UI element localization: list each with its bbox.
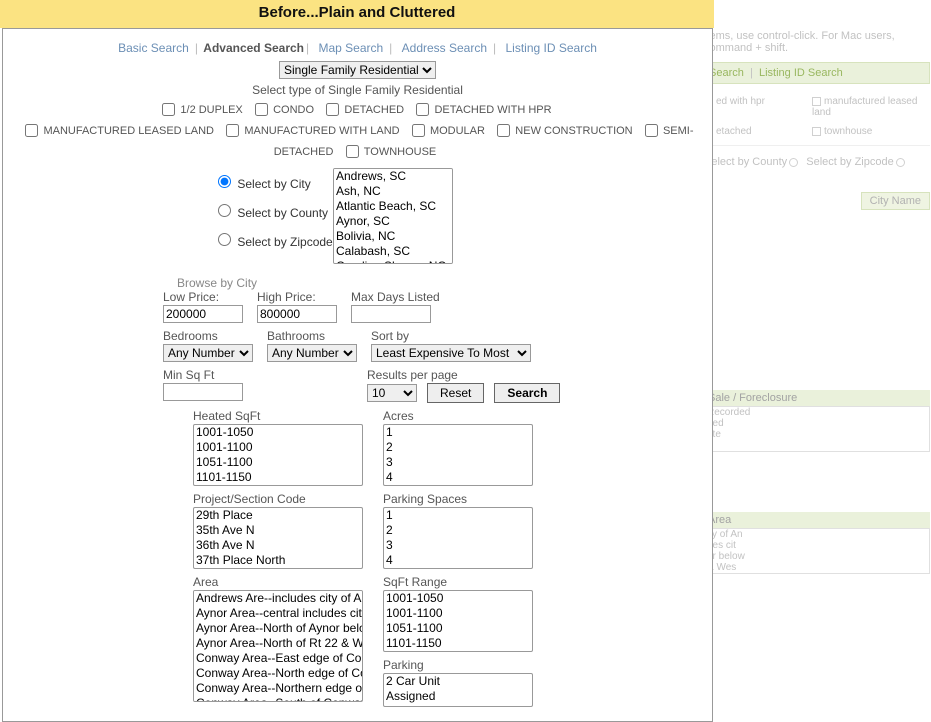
chk-townhouse[interactable] — [346, 145, 359, 158]
nav-address[interactable]: Address Search — [398, 41, 491, 55]
ghost-area-list: ity of An des cit or below & Wes — [704, 528, 930, 574]
minsqft-input[interactable] — [163, 383, 243, 401]
ghost-nav: Search | Listing ID Search — [704, 62, 930, 84]
sqft-range-list[interactable]: 1001-1050 1001-1100 1051-1100 1101-1150 — [383, 590, 533, 652]
ghost-radio-row: Select by County Select by Zipcode — [704, 156, 930, 168]
high-price-label: High Price: — [257, 290, 337, 304]
chk-condo[interactable] — [255, 103, 268, 116]
reset-button[interactable]: Reset — [427, 383, 484, 403]
radio-county[interactable] — [218, 204, 231, 217]
ghost-sale-label: Sale / Foreclosure — [704, 390, 930, 406]
results-label: Results per page — [367, 368, 560, 382]
background-panel: items, use control-click. For Mac users,… — [704, 30, 930, 580]
subheader: Select type of Single Family Residential — [3, 83, 712, 97]
project-label: Project/Section Code — [193, 492, 383, 506]
parking-spaces-label: Parking Spaces — [383, 492, 543, 506]
sortby-select[interactable]: Least Expensive To Most — [371, 344, 531, 362]
high-price-input[interactable] — [257, 305, 337, 323]
radio-city[interactable] — [218, 175, 231, 188]
banner-title: Before...Plain and Cluttered — [259, 4, 456, 21]
chk-semi[interactable] — [645, 124, 658, 137]
chk-detached-hpr[interactable] — [416, 103, 429, 116]
low-price-label: Low Price: — [163, 290, 243, 304]
parking-spaces-list[interactable]: 1 2 3 4 — [383, 507, 533, 569]
results-select[interactable]: 10 — [367, 384, 417, 402]
nav-listing[interactable]: Listing ID Search — [502, 41, 601, 55]
nav-basic[interactable]: Basic Search — [114, 41, 193, 55]
chk-modular[interactable] — [412, 124, 425, 137]
bedrooms-label: Bedrooms — [163, 329, 253, 343]
acres-label: Acres — [383, 409, 543, 423]
search-nav: Basic Search| Advanced Search| Map Searc… — [3, 41, 712, 55]
chk-new-const[interactable] — [497, 124, 510, 137]
minsqft-label: Min Sq Ft — [163, 368, 243, 382]
ghost-sale-list: Recorded ded ate — [704, 406, 930, 452]
bathrooms-label: Bathrooms — [267, 329, 357, 343]
nav-advanced[interactable]: Advanced Search — [203, 41, 304, 55]
max-days-input[interactable] — [351, 305, 431, 323]
nav-map[interactable]: Map Search — [314, 41, 387, 55]
search-panel: Basic Search| Advanced Search| Map Searc… — [2, 28, 713, 722]
low-price-input[interactable] — [163, 305, 243, 323]
max-days-label: Max Days Listed — [351, 290, 440, 304]
heated-sqft-list[interactable]: 1001-1050 1001-1100 1051-1100 1101-1150 — [193, 424, 363, 486]
parking-list[interactable]: 2 Car Unit Assigned — [383, 673, 533, 707]
chk-mfg-land[interactable] — [226, 124, 239, 137]
acres-list[interactable]: 1 2 3 4 — [383, 424, 533, 486]
before-banner: Before...Plain and Cluttered — [0, 0, 714, 28]
project-list[interactable]: 29th Place 35th Ave N 36th Ave N 37th Pl… — [193, 507, 363, 569]
sqft-range-label: SqFt Range — [383, 575, 543, 589]
area-list[interactable]: Andrews Are--includes city of An Aynor A… — [193, 590, 363, 702]
chk-half-duplex[interactable] — [162, 103, 175, 116]
browse-by-city-link[interactable]: Browse by City — [177, 276, 712, 290]
ghost-city-name-btn: City Name — [861, 192, 930, 210]
type-checkboxes: 1/2 DUPLEX CONDO DETACHED DETACHED WITH … — [3, 99, 712, 162]
heated-sqft-label: Heated SqFt — [193, 409, 383, 423]
city-list[interactable]: Andrews, SC Ash, NC Atlantic Beach, SC A… — [333, 168, 453, 264]
bathrooms-select[interactable]: Any Number — [267, 344, 357, 362]
sortby-label: Sort by — [371, 329, 531, 343]
chk-mfg-leased[interactable] — [25, 124, 38, 137]
bedrooms-select[interactable]: Any Number — [163, 344, 253, 362]
ghost-hint: items, use control-click. For Mac users,… — [704, 30, 930, 54]
parking-label: Parking — [383, 658, 543, 672]
ghost-area-label: Area — [704, 512, 930, 528]
chk-detached[interactable] — [326, 103, 339, 116]
property-type-select[interactable]: Single Family Residential — [279, 61, 436, 79]
radio-zip[interactable] — [218, 233, 231, 246]
search-button[interactable]: Search — [494, 383, 560, 403]
area-label: Area — [193, 575, 383, 589]
